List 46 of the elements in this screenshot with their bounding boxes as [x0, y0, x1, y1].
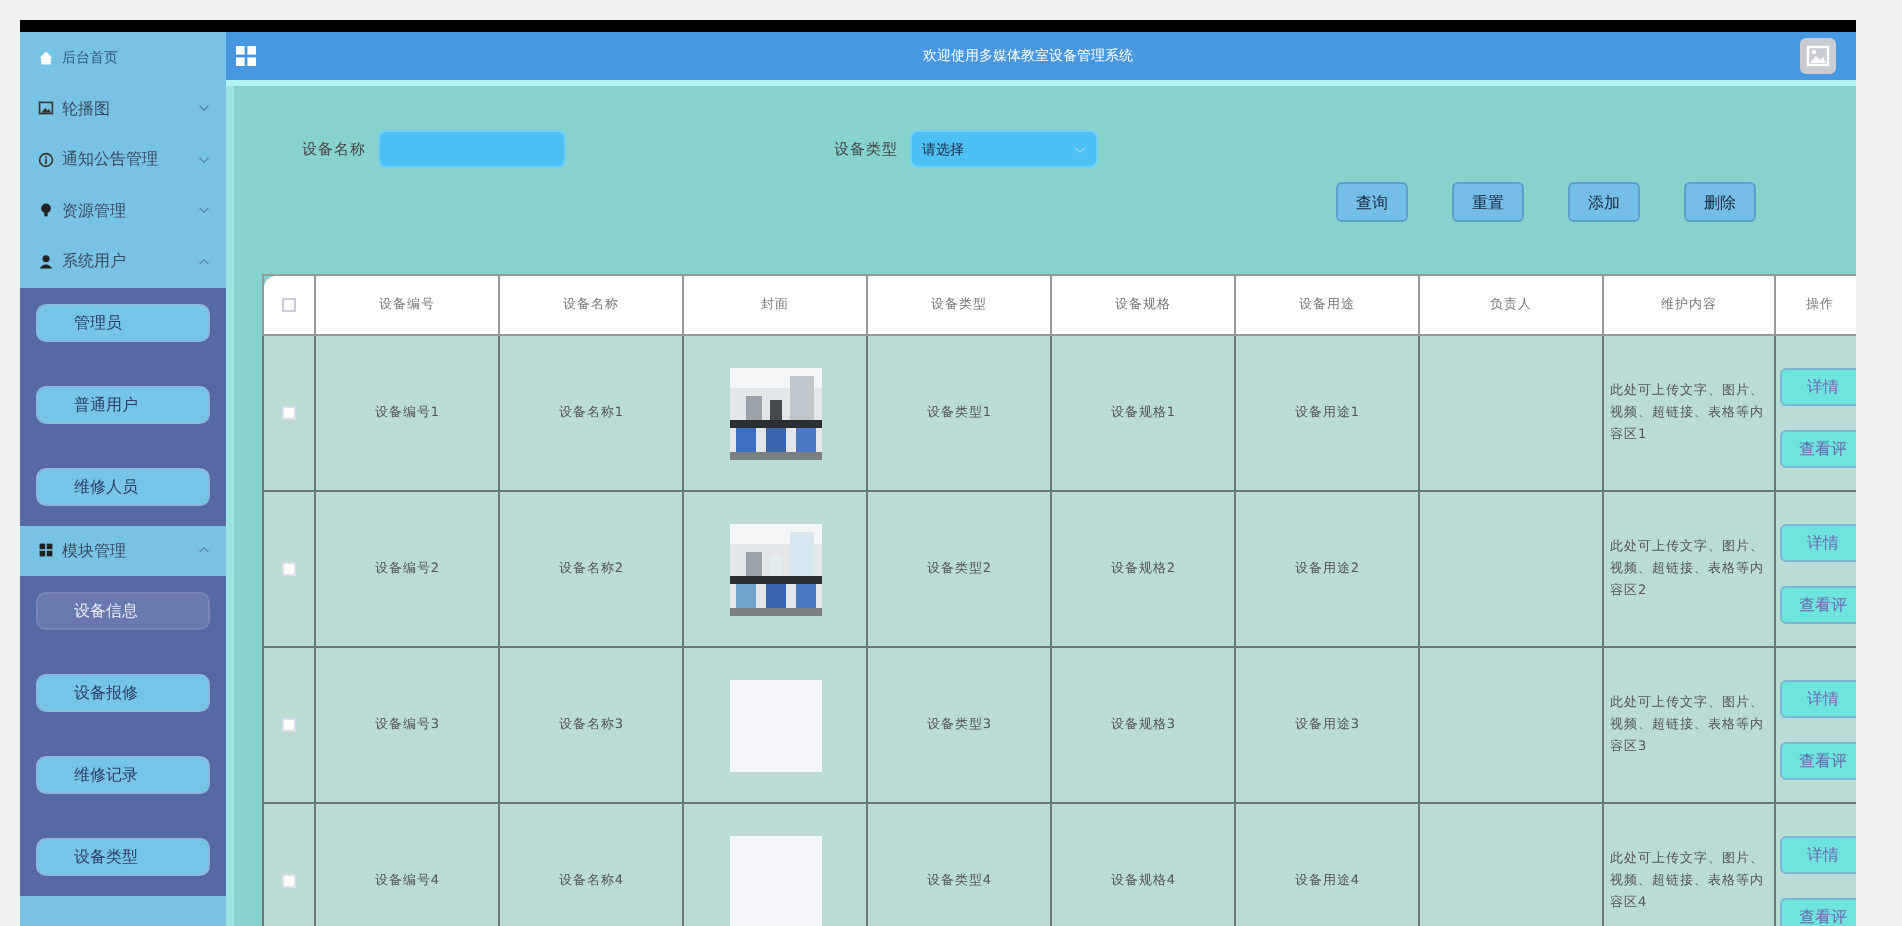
checkbox[interactable]	[282, 406, 296, 421]
chevron-icon	[198, 104, 210, 113]
checkbox[interactable]	[282, 298, 296, 313]
checkbox[interactable]	[282, 874, 296, 889]
row-action-button[interactable]: 详情	[1780, 523, 1856, 561]
chevron-icon	[198, 257, 210, 266]
submenu-item[interactable]: 维修人员	[36, 467, 210, 505]
avatar-icon[interactable]	[1800, 38, 1836, 74]
row-action-button[interactable]: 查看评	[1780, 741, 1856, 779]
grid-icon	[38, 542, 54, 559]
submenu-item[interactable]: 设备报修	[36, 674, 210, 712]
row-action-button[interactable]: 详情	[1780, 835, 1856, 873]
row-action-button[interactable]: 查看评	[1780, 897, 1856, 926]
submenu-item[interactable]: 设备类型	[36, 838, 210, 876]
checkbox[interactable]	[282, 718, 296, 733]
menu-label: 模块管理	[62, 539, 128, 562]
input-field[interactable]	[378, 130, 566, 168]
submenu-item[interactable]: 普通用户	[36, 385, 210, 423]
row-action-button[interactable]: 详情	[1780, 679, 1856, 717]
image-placeholder	[729, 679, 821, 771]
row-action-button[interactable]: 查看评	[1780, 585, 1856, 623]
checkbox[interactable]	[282, 562, 296, 577]
grid-icon[interactable]	[236, 46, 256, 66]
menu-label: 通知公告管理	[62, 148, 160, 171]
menu-label: 轮播图	[62, 97, 112, 120]
chevron-icon	[198, 546, 210, 555]
action-button[interactable]: 添加	[1568, 182, 1640, 222]
chevron-icon	[198, 206, 210, 215]
chevron-icon	[198, 155, 210, 164]
chevron-icon	[1074, 145, 1086, 153]
submenu-item[interactable]: 管理员	[36, 303, 210, 341]
action-button[interactable]: 重置	[1452, 182, 1524, 222]
image-icon	[38, 100, 54, 117]
submenu-item[interactable]: 维修记录	[36, 756, 210, 794]
submenu-item[interactable]: 设备信息	[36, 592, 210, 630]
home-icon	[38, 49, 54, 66]
bulb-icon	[38, 202, 54, 219]
menu-label: 资源管理	[62, 199, 128, 222]
image-placeholder	[729, 835, 821, 926]
row-action-button[interactable]: 查看评	[1780, 429, 1856, 467]
row-action-button[interactable]: 详情	[1780, 367, 1856, 405]
action-button[interactable]: 查询	[1336, 182, 1408, 222]
user-icon	[38, 253, 54, 270]
action-button[interactable]: 删除	[1684, 182, 1756, 222]
menu-label: 系统用户	[62, 250, 128, 273]
info-icon	[38, 151, 54, 168]
